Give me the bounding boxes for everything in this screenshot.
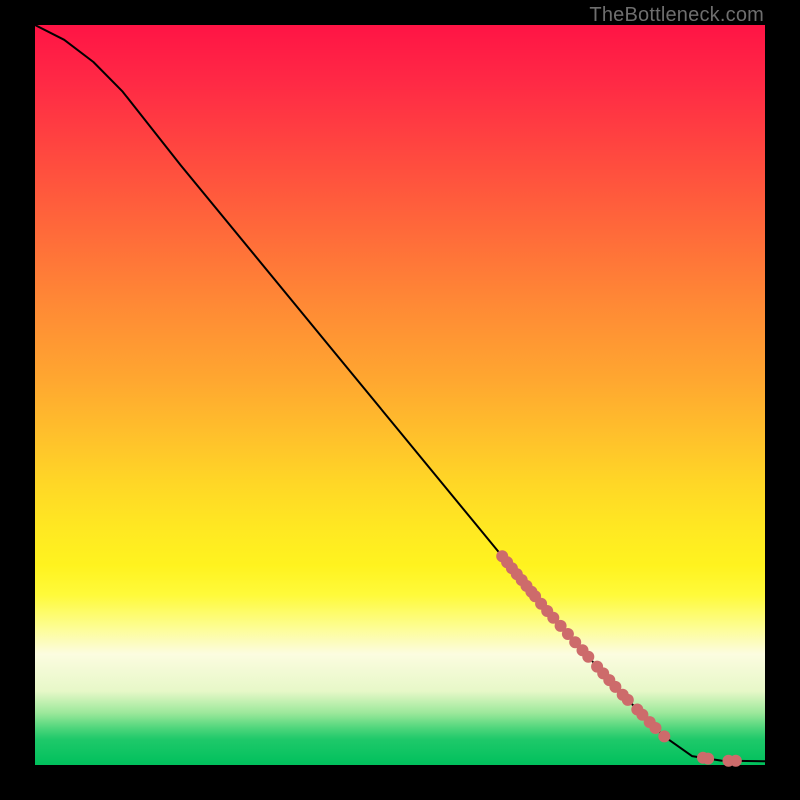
data-dot <box>658 730 670 742</box>
chart-stage: TheBottleneck.com <box>0 0 800 800</box>
data-dots <box>496 550 742 767</box>
data-dot <box>622 694 634 706</box>
data-dot <box>730 755 742 767</box>
data-dot <box>582 651 594 663</box>
data-dot <box>702 753 714 765</box>
curve-line <box>35 25 765 761</box>
data-dot <box>650 722 662 734</box>
chart-svg <box>35 25 765 765</box>
plot-area <box>35 25 765 765</box>
watermark-text: TheBottleneck.com <box>589 4 764 27</box>
